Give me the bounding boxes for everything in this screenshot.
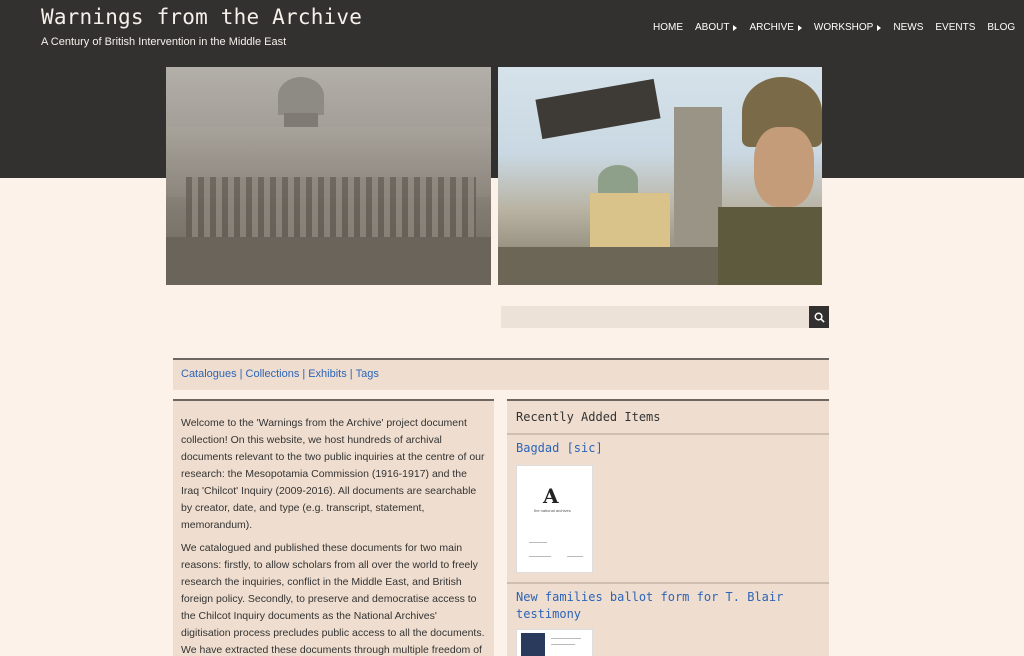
item-title-link[interactable]: Bagdad [sic] bbox=[516, 440, 820, 457]
caret-right-icon bbox=[797, 24, 802, 31]
search-button[interactable] bbox=[809, 306, 829, 328]
caret-right-icon bbox=[733, 24, 738, 31]
nav-about[interactable]: ABOUT bbox=[695, 22, 738, 33]
item-title-link[interactable]: New families ballot form for T. Blair te… bbox=[516, 589, 820, 623]
nav-news[interactable]: NEWS bbox=[893, 22, 923, 33]
nav-workshop[interactable]: WORKSHOP bbox=[813, 22, 882, 33]
nav-about-label: ABOUT bbox=[695, 22, 730, 33]
nav-archive[interactable]: ARCHIVE bbox=[749, 22, 802, 33]
browse-links-bar: Catalogues | Collections | Exhibits | Tags bbox=[173, 358, 829, 390]
nav-events[interactable]: EVENTS bbox=[935, 22, 975, 33]
nav-blog-label: BLOG bbox=[987, 22, 1016, 33]
link-tags[interactable]: Tags bbox=[356, 368, 379, 380]
nav-home[interactable]: HOME bbox=[653, 22, 683, 33]
intro-paragraph: We catalogued and published these docume… bbox=[181, 542, 485, 656]
intro-paragraph: Welcome to the 'Warnings from the Archiv… bbox=[181, 417, 485, 531]
search-icon bbox=[814, 312, 825, 323]
nav-home-label: HOME bbox=[653, 22, 683, 33]
separator: | bbox=[239, 368, 243, 380]
hero-banner bbox=[166, 67, 822, 285]
caret-right-icon bbox=[877, 24, 882, 31]
hero-image-modern bbox=[498, 67, 822, 285]
list-item: New families ballot form for T. Blair te… bbox=[507, 584, 829, 656]
item-thumbnail[interactable]: A the national archives bbox=[516, 465, 593, 573]
thumb-caption: the national archives bbox=[534, 508, 571, 513]
list-item: Bagdad [sic] A the national archives bbox=[507, 435, 829, 584]
hero-image-historic bbox=[166, 67, 491, 285]
link-collections[interactable]: Collections bbox=[246, 368, 300, 380]
nav-workshop-label: WORKSHOP bbox=[813, 22, 874, 33]
separator: | bbox=[349, 368, 353, 380]
link-catalogues[interactable]: Catalogues bbox=[181, 368, 237, 380]
thumb-logo: A bbox=[543, 484, 559, 508]
main-nav: HOME ABOUT ARCHIVE WORKSHOP NEWS EVENTS … bbox=[653, 22, 1024, 33]
separator: | bbox=[302, 368, 306, 380]
nav-blog[interactable]: BLOG bbox=[987, 22, 1015, 33]
intro-text-panel: Welcome to the 'Warnings from the Archiv… bbox=[173, 399, 494, 656]
nav-archive-label: ARCHIVE bbox=[749, 22, 794, 33]
site-title[interactable]: Warnings from the Archive bbox=[41, 5, 362, 29]
recent-items-panel: Recently Added Items Bagdad [sic] A the … bbox=[507, 399, 829, 656]
site-subtitle: A Century of British Intervention in the… bbox=[41, 36, 287, 48]
item-thumbnail[interactable] bbox=[516, 629, 593, 656]
search-input[interactable] bbox=[501, 306, 809, 328]
nav-events-label: EVENTS bbox=[935, 22, 976, 33]
recent-items-heading: Recently Added Items bbox=[507, 401, 829, 435]
link-exhibits[interactable]: Exhibits bbox=[308, 368, 347, 380]
nav-news-label: NEWS bbox=[893, 22, 924, 33]
